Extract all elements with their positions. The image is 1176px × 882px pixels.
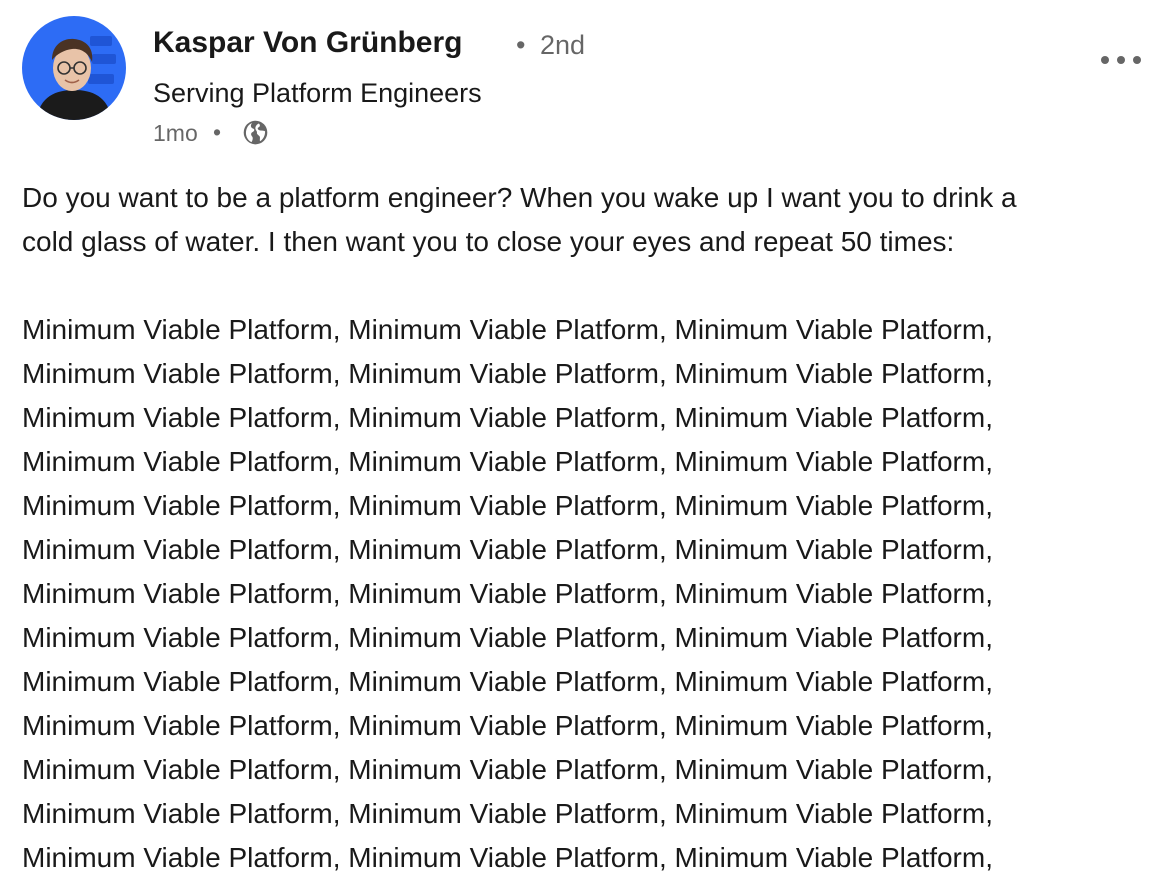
more-options-button[interactable] — [1092, 44, 1150, 76]
more-options-dot — [1117, 56, 1125, 64]
repeat-text-line: Minimum Viable Platform, Minimum Viable … — [22, 490, 993, 521]
repeat-text-line: Minimum Viable Platform, Minimum Viable … — [22, 622, 993, 653]
repeat-text-line: Minimum Viable Platform, Minimum Viable … — [22, 578, 993, 609]
timestamp-separator: • — [213, 119, 222, 145]
repeat-text-line: Minimum Viable Platform, Minimum Viable … — [22, 754, 993, 785]
repeat-text-line: Minimum Viable Platform, Minimum Viable … — [22, 534, 993, 565]
connection-degree: 2nd — [540, 30, 586, 60]
repeat-text-line: Minimum Viable Platform, Minimum Viable … — [22, 666, 993, 697]
more-options-dot — [1133, 56, 1141, 64]
repeat-text-line: Minimum Viable Platform, Minimum Viable … — [22, 710, 993, 741]
author-headline: Serving Platform Engineers — [153, 78, 482, 108]
repeat-text-line: Minimum Viable Platform, Minimum Viable … — [22, 798, 993, 829]
degree-separator: • — [516, 30, 526, 60]
author-name[interactable]: Kaspar Von Grünberg — [153, 26, 463, 60]
repeat-text-line: Minimum Viable Platform, Minimum Viable … — [22, 446, 993, 477]
post-timestamp[interactable]: 1mo — [153, 120, 198, 147]
repeat-text-line: Minimum Viable Platform, Minimum Viable … — [22, 314, 993, 345]
post-body: Do you want to be a platform engineer? W… — [22, 176, 1162, 880]
author-avatar[interactable] — [22, 16, 126, 120]
more-options-icon — [1101, 56, 1109, 64]
repeat-text-line: Minimum Viable Platform, Minimum Viable … — [22, 842, 993, 873]
globe-icon — [243, 120, 268, 145]
post-text-line: Do you want to be a platform engineer? W… — [22, 182, 1017, 213]
repeat-text-line: Minimum Viable Platform, Minimum Viable … — [22, 358, 993, 389]
post-text-line: cold glass of water. I then want you to … — [22, 226, 955, 257]
post-header: Kaspar Von Grünberg • 2nd Serving Platfo… — [0, 0, 1176, 160]
profile-photo-icon — [22, 16, 126, 120]
repeat-text-line: Minimum Viable Platform, Minimum Viable … — [22, 402, 993, 433]
